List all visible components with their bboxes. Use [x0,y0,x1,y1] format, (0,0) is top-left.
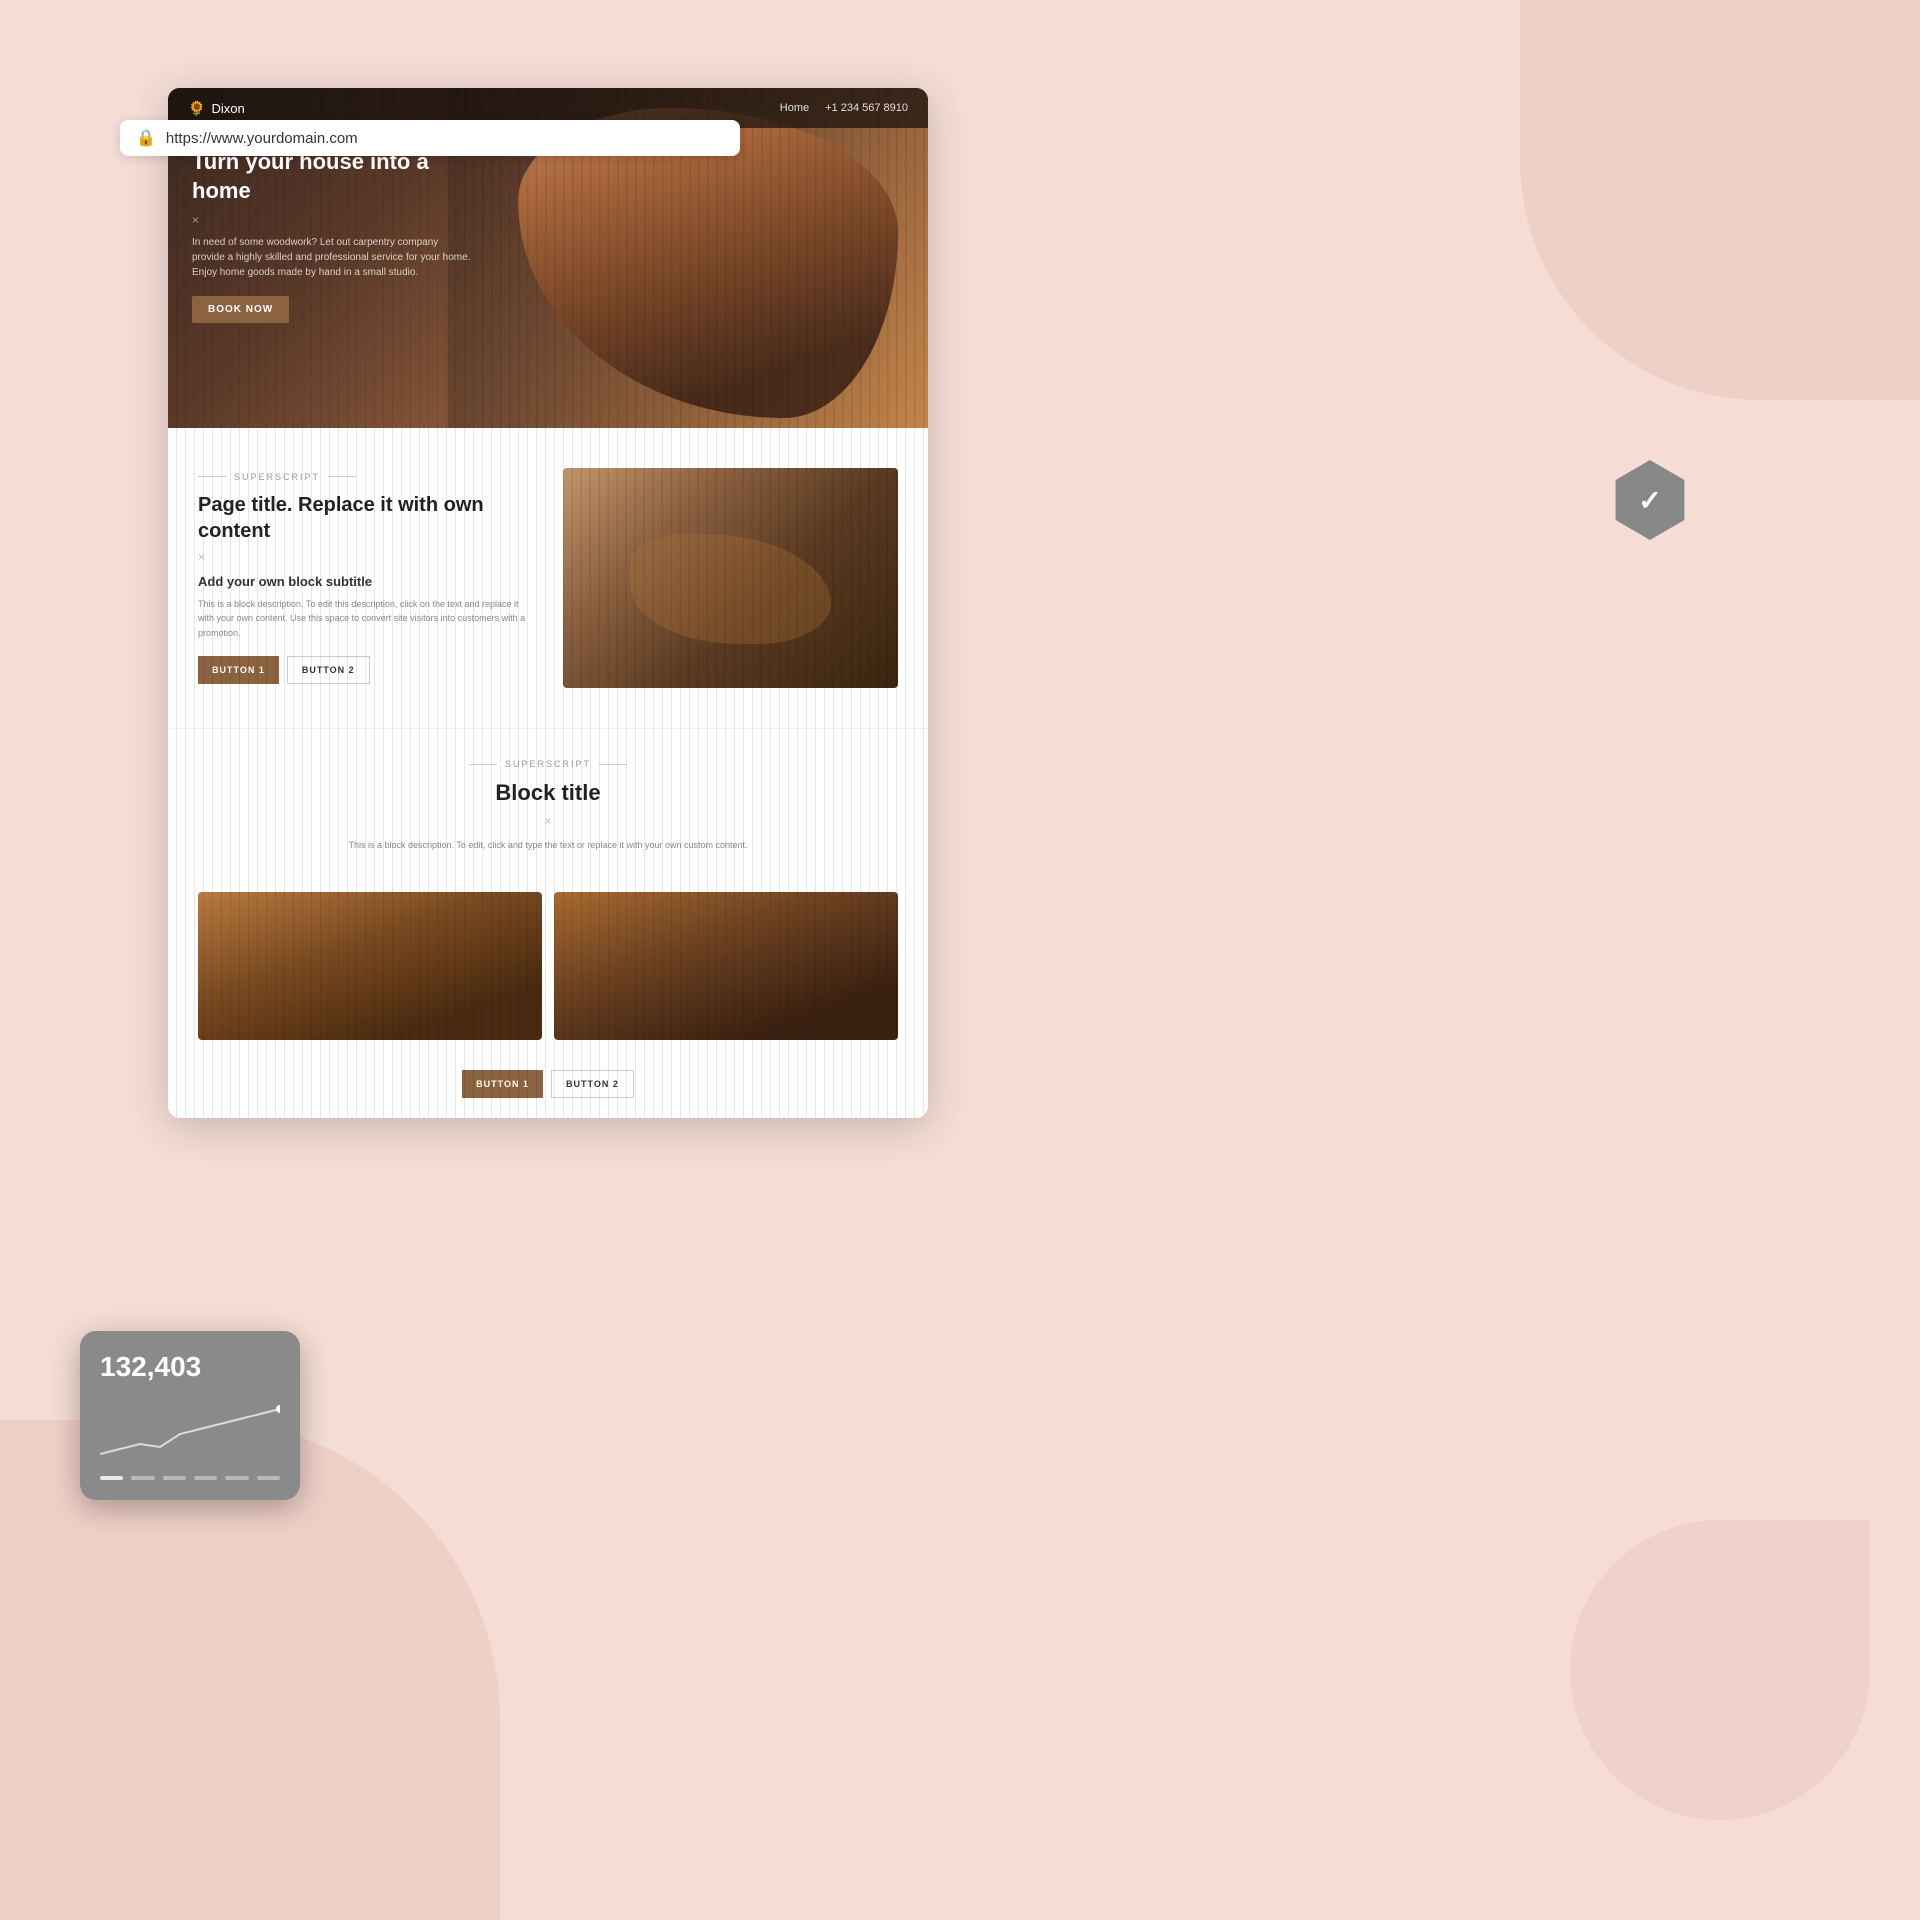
stats-dot-5 [225,1476,248,1480]
hero-x-mark: × [192,213,472,227]
bg-shape-top-right [1520,0,1920,400]
website-card: 🌻 Dixon Home +1 234 567 8910 Turn your h… [168,88,928,1118]
browser-chrome: 🔒 https://www.yourdomain.com [120,120,740,156]
nav-link-phone[interactable]: +1 234 567 8910 [825,102,908,114]
stats-dot-3 [163,1476,186,1480]
check-badge: ✓ [1610,460,1690,540]
stats-chart [100,1399,280,1459]
nav-links: Home +1 234 567 8910 [780,102,908,114]
stats-dot-6 [257,1476,280,1480]
stats-card: 132,403 [80,1331,300,1500]
logo-text: Dixon [211,101,244,116]
nav-logo: 🌻 Dixon [188,100,245,117]
hero-description: In need of some woodwork? Let out carpen… [192,235,472,280]
grid-image-2 [554,892,898,1040]
logo-icon: 🌻 [188,100,205,117]
stats-number: 132,403 [100,1351,280,1383]
stats-dots [100,1476,280,1480]
hero-title: Turn your house into a home [192,148,472,205]
browser-url: https://www.yourdomain.com [166,130,724,147]
nav-link-home[interactable]: Home [780,102,809,114]
bg-shape-bottom-right [1570,1520,1870,1820]
carpenter-image-4 [554,892,898,1040]
hero-content: Turn your house into a home × In need of… [192,148,472,323]
stats-dot-4 [194,1476,217,1480]
website-body: SUPERSCRIPT Page title. Replace it with … [168,428,928,1118]
checkmark-icon: ✓ [1638,484,1661,517]
stats-dot-2 [131,1476,154,1480]
stats-dot-1 [100,1476,123,1480]
image-grid [168,892,928,1060]
lock-icon: 🔒 [136,128,156,148]
wood-texture-4 [554,892,898,1040]
book-now-button[interactable]: BOOK NOW [192,296,289,323]
